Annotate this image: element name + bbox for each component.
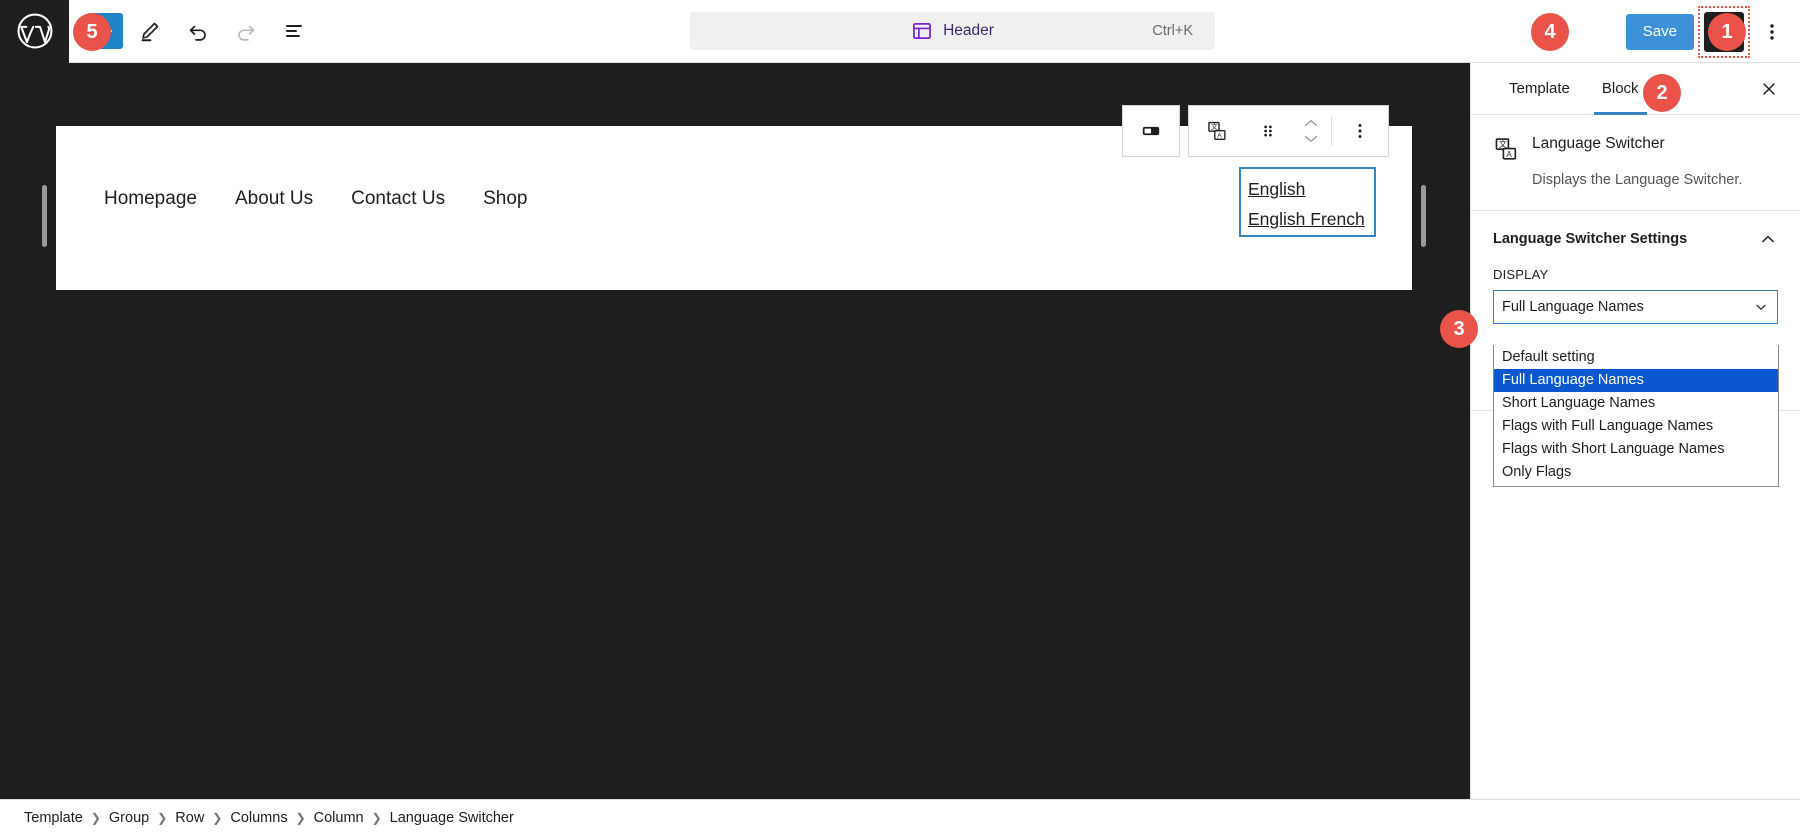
wordpress-logo-icon [17, 13, 52, 49]
breadcrumb-item[interactable]: Columns [230, 810, 287, 826]
ellipsis-vertical-icon [1358, 124, 1362, 138]
language-switcher-settings-panel-header[interactable]: Language Switcher Settings [1471, 211, 1800, 267]
breadcrumb-item[interactable]: Column [314, 810, 364, 826]
canvas-resize-handle-left[interactable] [42, 185, 47, 247]
chevron-up-icon [1305, 120, 1317, 126]
canvas-resize-handle-right[interactable] [1421, 185, 1426, 247]
chevron-down-icon [1756, 304, 1766, 310]
annotation-badge-2: 2 [1643, 74, 1681, 112]
display-select-value: Full Language Names [1502, 299, 1644, 315]
nav-item[interactable]: About Us [235, 188, 313, 210]
select-option[interactable]: Only Flags [1494, 461, 1778, 484]
column-layout-button[interactable] [1123, 106, 1179, 156]
annotation-badge-4: 4 [1531, 13, 1569, 51]
select-option[interactable]: Full Language Names [1494, 369, 1778, 393]
breadcrumb-separator: ❯ [371, 810, 382, 825]
undo-arrow-icon [189, 25, 206, 41]
annotation-badge-3: 3 [1440, 310, 1478, 348]
svg-text:A: A [1506, 150, 1512, 159]
display-select[interactable]: Full Language Names [1493, 290, 1778, 324]
language-link[interactable]: English French [1248, 204, 1367, 234]
block-toolbar: 文 A [1122, 105, 1389, 157]
display-field: DISPLAY Full Language Names [1471, 267, 1800, 324]
select-option[interactable]: Flags with Short Language Names [1494, 438, 1778, 461]
block-info-header: 文 A Language Switcher [1493, 135, 1778, 162]
list-view-icon [286, 25, 302, 37]
svg-text:文: 文 [1499, 139, 1507, 149]
editor-top-bar: Header Ctrl+K Save [0, 0, 1800, 63]
chevron-down-icon [1305, 136, 1317, 142]
block-options-button[interactable] [1332, 106, 1388, 156]
wordpress-logo-button[interactable] [0, 0, 69, 63]
language-link[interactable]: English [1248, 174, 1367, 204]
language-switcher-block-selected[interactable]: English English French [1239, 167, 1376, 237]
select-option[interactable]: Flags with Full Language Names [1494, 415, 1778, 438]
tab-template[interactable]: Template [1493, 63, 1586, 115]
breadcrumb-item[interactable]: Template [24, 810, 83, 826]
chevron-up-icon [1762, 235, 1774, 243]
command-bar-title: Header [943, 22, 994, 39]
annotation-badge-1: 1 [1708, 13, 1746, 51]
breadcrumb-separator: ❯ [157, 810, 168, 825]
close-sidebar-button[interactable] [1752, 72, 1786, 106]
nav-item[interactable]: Homepage [104, 188, 197, 210]
settings-sidebar: Template Block 文 A Language Switcher Dis… [1470, 63, 1800, 803]
svg-text:A: A [1217, 133, 1222, 140]
block-description: Displays the Language Switcher. [1532, 172, 1743, 188]
redo-arrow-icon [238, 25, 255, 41]
select-option[interactable]: Short Language Names [1494, 392, 1778, 415]
breadcrumb: Template ❯ Group ❯ Row ❯ Columns ❯ Colum… [0, 799, 1800, 835]
block-type-button[interactable]: 文 A [1189, 106, 1245, 156]
column-layout-icon [1142, 126, 1160, 136]
breadcrumb-item[interactable]: Row [175, 810, 204, 826]
panel-title: Language Switcher Settings [1493, 231, 1688, 247]
template-header-icon [913, 22, 932, 40]
language-switcher-icon: 文 A [1208, 121, 1226, 140]
move-up-down-buttons[interactable] [1291, 106, 1331, 156]
pencil-icon [141, 22, 159, 42]
block-toolbar-main-group: 文 A [1188, 105, 1389, 157]
svg-text:文: 文 [1211, 122, 1218, 131]
wordpress-site-editor: Header Ctrl+K Save Homepage About Us Con… [0, 0, 1800, 835]
breadcrumb-separator: ❯ [90, 810, 101, 825]
breadcrumb-item[interactable]: Group [109, 810, 149, 826]
annotation-badge-5: 5 [73, 13, 111, 51]
editor-options-button[interactable] [1754, 11, 1790, 53]
undo-button[interactable] [177, 10, 219, 52]
block-toolbar-layout-group [1122, 105, 1180, 157]
edit-tool-button[interactable] [129, 10, 171, 52]
breadcrumb-separator: ❯ [212, 810, 223, 825]
drag-dots-icon [1264, 125, 1272, 137]
ellipsis-vertical-icon [1770, 23, 1774, 40]
select-option[interactable]: Default setting [1494, 346, 1778, 369]
breadcrumb-item[interactable]: Language Switcher [390, 810, 514, 826]
redo-button[interactable] [225, 10, 267, 52]
nav-item[interactable]: Shop [483, 188, 527, 210]
display-field-label: DISPLAY [1493, 267, 1549, 282]
block-title: Language Switcher [1532, 135, 1665, 152]
display-select-options-list: Default setting Full Language Names Shor… [1493, 345, 1779, 488]
save-button[interactable]: Save [1625, 13, 1694, 50]
breadcrumb-separator: ❯ [295, 810, 306, 825]
nav-item[interactable]: Contact Us [351, 188, 445, 210]
block-info-card: 文 A Language Switcher Displays the Langu… [1471, 115, 1800, 211]
command-bar-shortcut: Ctrl+K [1152, 23, 1193, 39]
language-switcher-icon: 文 A [1495, 138, 1517, 160]
close-x-icon [1763, 82, 1775, 95]
command-bar[interactable]: Header Ctrl+K [690, 12, 1215, 50]
sidebar-tab-bar: Template Block [1471, 63, 1800, 115]
drag-handle-button[interactable] [1245, 106, 1291, 156]
list-view-button[interactable] [273, 10, 315, 52]
